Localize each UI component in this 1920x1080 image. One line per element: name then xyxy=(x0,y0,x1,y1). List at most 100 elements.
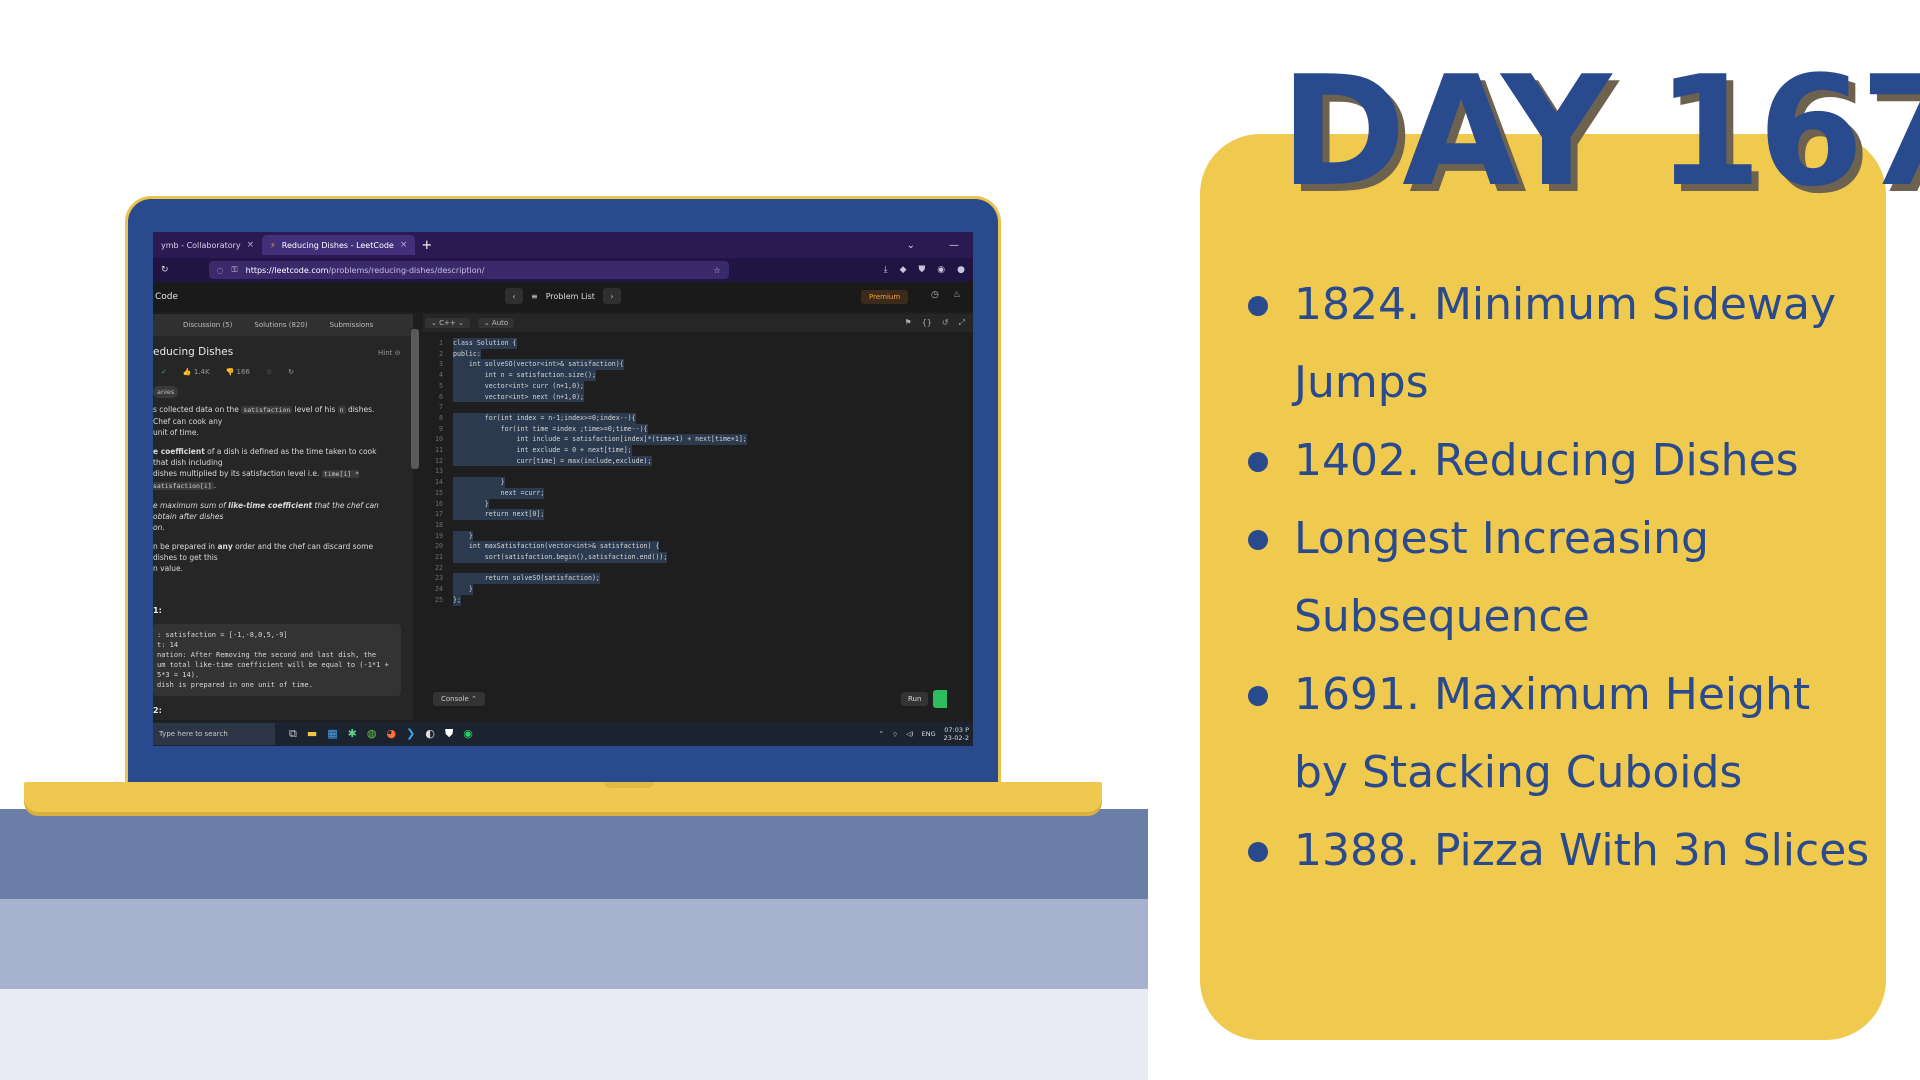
firefox-icon[interactable]: ◕ xyxy=(387,727,397,741)
code-line[interactable]: return solveSO(satisfaction); xyxy=(453,573,600,585)
line-number: 16 xyxy=(435,499,443,508)
code-line[interactable]: vector<int> next (n+1,0); xyxy=(453,391,585,403)
tab-label: ymb - Collaboratory xyxy=(161,240,241,250)
taskbar-search[interactable]: Type here to search xyxy=(153,723,275,745)
line-number: 23 xyxy=(435,574,443,583)
code-line[interactable]: for(int index = n-1;index>=0;index--){ xyxy=(453,412,636,424)
spy-icon[interactable]: ◉ xyxy=(937,265,945,275)
braces-icon[interactable]: {} xyxy=(922,318,932,328)
code-line[interactable]: int solveSO(vector<int>& satisfaction){ xyxy=(453,359,624,371)
desc-italic: e maximum sum of xyxy=(153,501,229,510)
code-line[interactable]: class Solution { xyxy=(453,338,517,349)
example-line: t: 14 xyxy=(157,641,179,649)
code-line[interactable]: vector<int> curr (n+1,0); xyxy=(453,380,585,392)
code-line[interactable]: } xyxy=(453,477,505,488)
language-select[interactable]: ⌄ C++ ⌄ xyxy=(425,318,470,328)
code-line[interactable]: int exclude = 0 + next[time]; xyxy=(453,445,632,456)
app-icon[interactable]: ✱ xyxy=(348,727,357,741)
premium-button[interactable]: Premium xyxy=(861,290,909,304)
fullscreen-icon[interactable]: ⤢ xyxy=(959,318,965,328)
vscode-icon[interactable]: ❯ xyxy=(406,727,415,741)
problem-list-link[interactable]: Problem List xyxy=(546,292,595,301)
bookmark-star-icon[interactable]: ☆ xyxy=(713,266,720,275)
whatsapp-icon[interactable]: ◉ xyxy=(463,727,473,741)
tab-submissions[interactable]: Submissions xyxy=(330,321,374,329)
network-icon[interactable]: ⌔ xyxy=(892,730,898,739)
bookmark-icon[interactable]: ⚑ xyxy=(905,318,912,328)
code-line[interactable]: } xyxy=(453,530,473,542)
volume-icon[interactable]: ◁) xyxy=(906,730,914,738)
language-indicator[interactable]: ENG xyxy=(922,730,936,738)
extension-icon[interactable]: ◆ xyxy=(900,265,907,275)
share-icon[interactable]: ↻ xyxy=(288,368,294,376)
line-number: 21 xyxy=(435,553,443,561)
url-field[interactable]: ◌ ⚿ https://leetcode.com/problems/reduci… xyxy=(208,261,729,279)
code-line[interactable]: for(int time =index ;time>=0;time--){ xyxy=(453,423,648,435)
code-line[interactable]: public: xyxy=(453,348,481,360)
browser-tab-active[interactable]: ⚡ Reducing Dishes - LeetCode × xyxy=(262,235,416,255)
code-line[interactable]: } xyxy=(453,498,489,510)
chevron-down-icon[interactable]: ⌄ xyxy=(907,240,915,251)
browser-tab-bar: ymb - Collaboratory × ⚡ Reducing Dishes … xyxy=(153,232,973,258)
code-line[interactable]: return next[0]; xyxy=(453,509,545,520)
app-icon-2[interactable]: ◐ xyxy=(425,727,435,741)
desc-text: level of his xyxy=(292,405,338,414)
close-icon[interactable]: × xyxy=(400,240,408,250)
reset-icon[interactable]: ↺ xyxy=(942,318,949,328)
line-number: 1 xyxy=(439,339,443,347)
next-problem-button[interactable]: › xyxy=(602,288,621,304)
console-button[interactable]: Console ⌃ xyxy=(433,692,485,706)
shield-extension-icon[interactable]: ⛊ xyxy=(919,265,926,275)
panel-scrollbar[interactable] xyxy=(411,329,419,469)
taskbar-clock[interactable]: 07:03 P 23-02-2 xyxy=(944,726,969,742)
browser-tab[interactable]: ymb - Collaboratory × xyxy=(153,235,262,255)
laptop-base xyxy=(24,782,1102,812)
code-line[interactable]: curr[time] = max(include,exclude); xyxy=(453,455,652,467)
file-explorer-icon[interactable]: ▬ xyxy=(307,727,317,741)
example-line: dish is prepared in one unit of time. xyxy=(157,681,313,689)
fire-icon[interactable]: ♨ xyxy=(953,290,961,300)
hint-button[interactable]: Hint ⊝ xyxy=(378,349,400,357)
run-button[interactable]: Run xyxy=(901,692,929,706)
security-icon[interactable]: ⛊ xyxy=(445,727,453,741)
url-host: https://leetcode.com xyxy=(245,265,329,275)
dislike-button[interactable]: 👎 166 xyxy=(226,368,250,376)
code-line[interactable]: int include = satisfaction[index]*(time+… xyxy=(453,434,747,445)
chevron-up-icon[interactable]: ⌃ xyxy=(878,730,883,738)
problem-item: 1388. Pizza With 3n Slices xyxy=(1248,812,1878,890)
code-line[interactable]: next =curr; xyxy=(453,487,545,499)
tab-label: Reducing Dishes - LeetCode xyxy=(281,240,394,250)
new-tab-icon[interactable]: + xyxy=(421,238,432,253)
code-line[interactable]: sort(satisfaction.begin(),satisfaction.e… xyxy=(453,552,668,563)
dislike-count: 166 xyxy=(236,368,250,376)
code-line[interactable]: }; xyxy=(453,594,461,606)
download-icon[interactable]: ⤓ xyxy=(884,265,888,275)
prev-problem-button[interactable]: ‹ xyxy=(505,288,523,304)
reload-icon[interactable]: ↻ xyxy=(161,265,169,275)
companies-tag[interactable]: anies xyxy=(153,386,179,398)
utorrent-icon[interactable]: ◍ xyxy=(367,727,377,741)
laptop-screen: ymb - Collaboratory × ⚡ Reducing Dishes … xyxy=(153,232,973,746)
timer-icon[interactable]: ◷ xyxy=(931,290,939,300)
submit-button[interactable] xyxy=(933,690,947,708)
profile-icon[interactable]: ● xyxy=(957,265,965,275)
tab-discussion[interactable]: Discussion (5) xyxy=(183,321,232,329)
code-line[interactable]: int n = satisfaction.size(); xyxy=(453,370,596,381)
close-icon[interactable]: × xyxy=(247,240,255,250)
code-line[interactable]: int maxSatisfaction(vector<int>& satisfa… xyxy=(453,541,660,552)
task-view-icon[interactable]: ⧉ xyxy=(289,727,297,741)
line-number: 24 xyxy=(435,585,443,594)
code-editor[interactable]: ⌄ C++ ⌄ ⌄ Auto ⚑ {} ↺ ⤢ 1 class Solution … xyxy=(423,314,973,720)
auto-toggle[interactable]: ⌄ Auto xyxy=(477,318,515,328)
minimize-icon[interactable]: — xyxy=(949,240,959,251)
leetcode-logo[interactable]: Code xyxy=(155,292,178,302)
tab-solutions[interactable]: Solutions (820) xyxy=(254,321,307,329)
like-count: 1.4K xyxy=(193,368,210,376)
clock-date: 23-02-2 xyxy=(943,734,969,742)
store-icon[interactable]: ▦ xyxy=(327,727,337,741)
favorite-star-icon[interactable]: ☆ xyxy=(266,368,272,376)
line-number: 14 xyxy=(435,478,443,487)
code-line[interactable]: } xyxy=(453,584,473,595)
line-number: 13 xyxy=(435,467,443,476)
like-button[interactable]: 👍 1.4K xyxy=(183,368,210,376)
